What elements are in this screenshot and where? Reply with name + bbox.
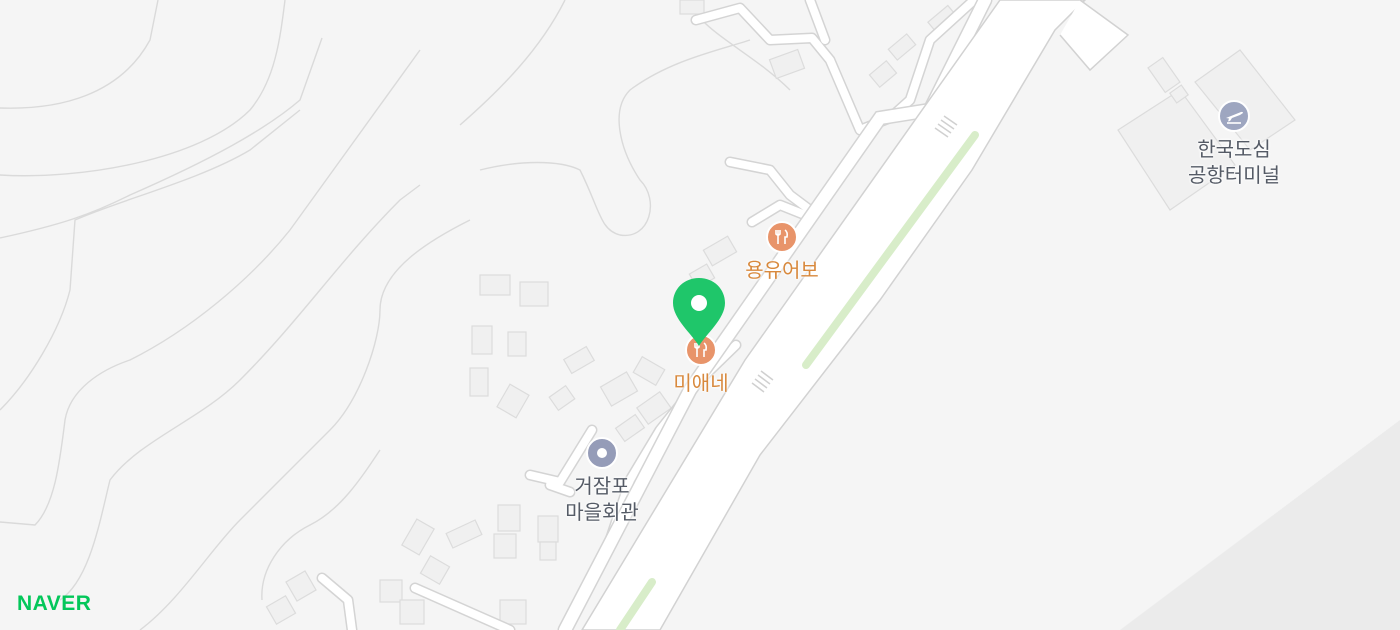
frontage-road xyxy=(557,0,993,630)
fork-knife-icon xyxy=(766,221,798,253)
dot-icon xyxy=(586,437,618,469)
main-highway xyxy=(581,0,1130,630)
poi-label-line2: 공항터미널 xyxy=(1188,163,1280,187)
poi-label-line1: 한국도심 xyxy=(1197,137,1271,161)
location-pin-icon[interactable] xyxy=(670,276,728,348)
poi-label-line1: 거잠포 xyxy=(574,474,630,498)
poi-city-airport-terminal[interactable]: 한국도심 공항터미널 xyxy=(1176,100,1292,188)
poi-label: 미애네 xyxy=(673,371,729,395)
sea-area xyxy=(1120,420,1400,630)
naver-logo[interactable]: NAVER xyxy=(17,592,91,616)
poi-village-hall[interactable]: 거잠포 마을회관 xyxy=(552,437,652,525)
poi-label-line2: 마을회관 xyxy=(565,500,639,524)
poi-label: 용유어보 xyxy=(745,258,819,282)
poi-restaurant-yongyueobo[interactable]: 용유어보 xyxy=(740,221,824,283)
airplane-icon xyxy=(1218,100,1250,132)
